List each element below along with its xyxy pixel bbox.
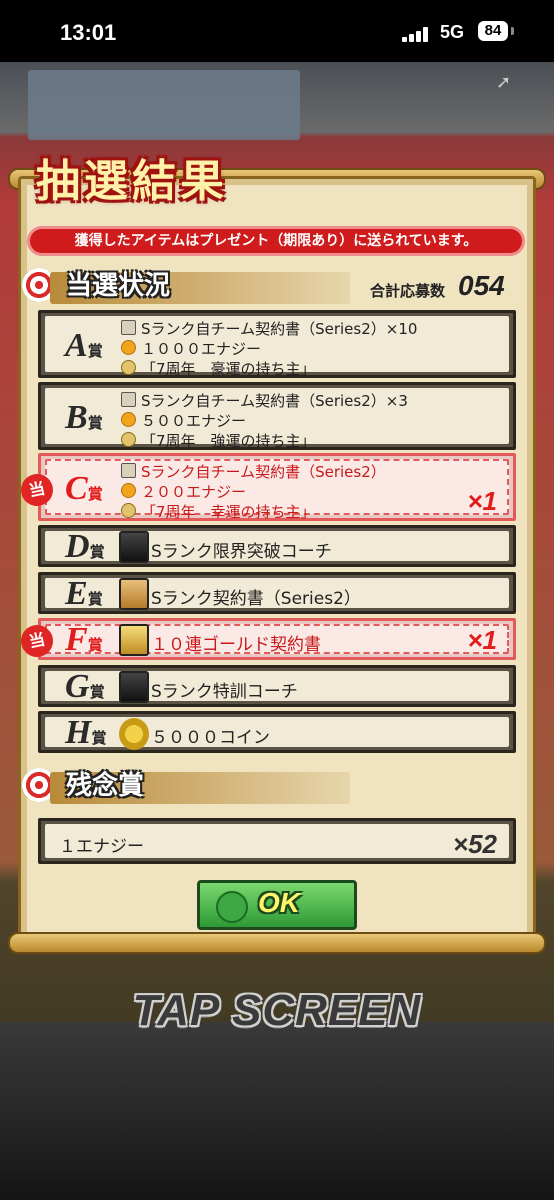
contract-doc-icon (121, 463, 136, 478)
notification-banner[interactable] (28, 70, 300, 140)
bottom-shade (0, 1022, 554, 1200)
prize-line: Sランク自チーム契約書（Series2）×10 (121, 318, 417, 339)
prize-grade: E賞 (65, 575, 103, 612)
prize-row-g: G賞 Sランク特訓コーチ (38, 665, 516, 707)
location-arrow-icon: ➚ (496, 72, 512, 93)
prize-line: Sランク自チーム契約書（Series2） (121, 461, 386, 482)
contract-doc-icon (121, 320, 136, 335)
prize-grade: B賞 (65, 399, 103, 436)
prize-row-c: 当 C賞 Sランク自チーム契約書（Series2） ２００エナジー 「7周年 幸… (18, 453, 516, 522)
consolation-item: １エナジー (59, 837, 144, 857)
prize-row-d: D賞 Sランク限界突破コーチ (38, 525, 516, 567)
prize-line: Sランク自チーム契約書（Series2）×3 (121, 390, 408, 411)
prize-item: １０連ゴールド契約書 (151, 635, 321, 655)
title-medal-icon (121, 503, 136, 518)
tap-screen-label[interactable]: TAP SCREEN (0, 986, 554, 1036)
notice-banner: 獲得したアイテムはプレゼント（期限あり）に送られています。 (27, 226, 525, 256)
title-medal-icon (121, 360, 136, 375)
contract-card-icon (119, 578, 149, 610)
prize-line: 「7周年 幸運の持ち主」 (121, 501, 316, 522)
won-multiplier: ×1 (467, 486, 497, 516)
scroll-bottom-rod (8, 932, 546, 954)
entry-count-label: 合計応募数 (370, 282, 446, 300)
signal-icon (402, 26, 430, 42)
section-label: 当選状況 (66, 271, 171, 301)
prize-row-b: B賞 Sランク自チーム契約書（Series2）×3 ５００エナジー 「7周年 強… (38, 382, 516, 450)
panel-title: 抽選結果 (36, 156, 228, 207)
coach-card-icon (119, 671, 149, 703)
energy-icon (121, 412, 136, 427)
prize-grade: G賞 (65, 668, 105, 705)
battery-tip (511, 27, 514, 35)
prize-row-f: 当 F賞 １０連ゴールド契約書 ×1 (18, 618, 516, 660)
energy-icon (121, 483, 136, 498)
prize-grade: D賞 (65, 528, 105, 565)
entry-count: 054 (458, 270, 505, 301)
battery-icon: 84 (478, 21, 508, 41)
prize-grade: H賞 (65, 714, 107, 751)
prize-item: Sランク契約書（Series2） (151, 589, 361, 609)
section-winning: 当選状況 合計応募数 054 (20, 268, 520, 308)
section-consolation: 残念賞 (20, 768, 520, 808)
network-label: 5G (440, 22, 465, 42)
ok-label: OK (258, 887, 300, 918)
prize-row-h: H賞 ５０００コイン (38, 711, 516, 753)
prize-row-a: A賞 Sランク自チーム契約書（Series2）×10 １０００エナジー 「7周年… (38, 310, 516, 378)
prize-line: ５００エナジー (121, 410, 246, 431)
status-bar: 13:01 5G 84 (0, 0, 554, 62)
prize-line: 「7周年 強運の持ち主」 (121, 430, 316, 451)
prize-line: ２００エナジー (121, 481, 246, 502)
consolation-multiplier: ×52 (452, 829, 497, 859)
consolation-row: １エナジー ×52 (38, 818, 516, 864)
coin-icon (119, 718, 149, 750)
prize-line: １０００エナジー (121, 338, 261, 359)
status-time: 13:01 (60, 20, 117, 45)
title-medal-icon (121, 432, 136, 447)
prize-grade: A賞 (65, 327, 103, 364)
won-multiplier: ×1 (467, 625, 497, 655)
prize-item: ５０００コイン (151, 728, 270, 748)
ok-button[interactable]: OK (197, 880, 357, 930)
section-label: 残念賞 (66, 771, 145, 801)
coach-card-icon (119, 531, 149, 563)
prize-item: Sランク特訓コーチ (151, 682, 298, 702)
energy-icon (121, 340, 136, 355)
prize-line: 「7周年 豪運の持ち主」 (121, 358, 316, 379)
team-emblem-icon (216, 891, 248, 923)
prize-item: Sランク限界突破コーチ (151, 542, 332, 562)
gold-contract-card-icon (119, 624, 149, 656)
prize-grade: C賞 (65, 470, 103, 507)
prize-row-e: E賞 Sランク契約書（Series2） (38, 572, 516, 614)
contract-doc-icon (121, 392, 136, 407)
prize-grade: F賞 (65, 621, 103, 658)
